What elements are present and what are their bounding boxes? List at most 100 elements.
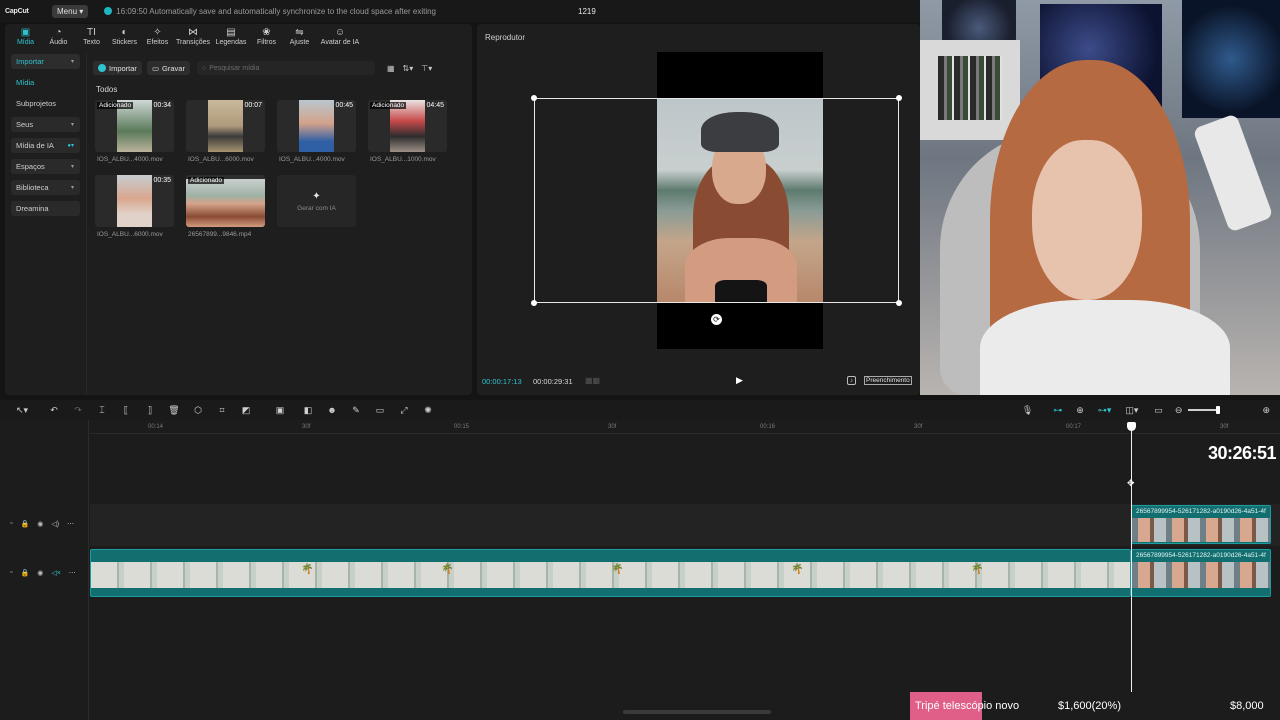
tab-ai-avatar[interactable]: ☺ Avatar de IA (316, 24, 364, 51)
resize-handle-bottom-right[interactable] (896, 300, 902, 306)
duration-label: 04:45 (426, 102, 444, 109)
cutout-icon[interactable]: ☻ (320, 405, 344, 415)
magic-icon[interactable]: ✎ (344, 405, 368, 416)
resize-handle-top-right[interactable] (896, 95, 902, 101)
timeline-scrollbar[interactable] (623, 710, 771, 714)
telescope (1192, 113, 1274, 233)
menu-button[interactable]: Menu ▾ (52, 4, 89, 18)
sidebar-item-library[interactable]: Biblioteca ▾ (11, 180, 80, 195)
tab-label: Transições (176, 39, 210, 46)
tab-media[interactable]: ▣ Mídia (9, 24, 42, 51)
zoom-slider-knob[interactable] (1216, 406, 1221, 414)
redo-icon[interactable]: ↷ (66, 405, 90, 416)
snap-icon[interactable]: ⊶▾ (1098, 405, 1112, 416)
crop-icon[interactable]: ⌗ (210, 405, 234, 416)
grid-icon[interactable]: ▦▦ (585, 376, 600, 385)
ruler-label: 00:15 (454, 424, 470, 430)
media-thumbnail[interactable]: Adicionado 00:34 (95, 100, 174, 152)
filter-icon[interactable]: ⊤▾ (421, 64, 432, 73)
sort-icon[interactable]: ⇅▾ (403, 64, 414, 73)
select-tool-icon[interactable]: ↖▾ (8, 405, 36, 416)
import-button[interactable]: Importar (93, 61, 142, 75)
grid-view-icon[interactable]: ▦ (387, 64, 395, 73)
sidebar-item-dreamina[interactable]: Dreamina (11, 201, 80, 216)
split-left-icon[interactable]: ⟦ (114, 405, 138, 416)
menu-label: Menu (57, 6, 78, 16)
media-thumbnail[interactable]: 00:45 (277, 100, 356, 152)
record-button[interactable]: ▭ Gravar (146, 61, 190, 75)
search-input[interactable]: ○ Pesquisar mídia (196, 61, 375, 75)
generate-ai-button[interactable]: ✦ Gerar com IA (277, 175, 356, 227)
zoom-slider[interactable] (1188, 406, 1221, 414)
eye-icon[interactable]: ◉ (37, 569, 43, 577)
speed-icon[interactable]: ◩ (234, 405, 258, 416)
timeline: ▫ 🔒 ◉ ◁) ⋯ ▫ 🔒 ◉ ◁× ⋯ 00:14 30f 00:15 30… (0, 420, 1280, 720)
linkage-icon[interactable]: ⊕ (1076, 405, 1084, 416)
selection-box[interactable] (534, 98, 899, 303)
project-name[interactable]: 1219 (578, 7, 596, 16)
delete-icon[interactable]: 🗑 (162, 405, 186, 416)
resize-handle-top-left[interactable] (531, 95, 537, 101)
tab-effects[interactable]: ✧ Efeitos (141, 24, 174, 51)
tab-audio[interactable]: ◔ Áudio (42, 24, 75, 51)
tab-text[interactable]: TI Texto (75, 24, 108, 51)
tab-captions[interactable]: ▤ Legendas (212, 24, 250, 51)
media-thumbnail[interactable]: 00:35 (95, 175, 174, 227)
sidebar-item-subprojects[interactable]: Subprojetos (11, 96, 80, 111)
sidebar-item-import[interactable]: Importar ▾ (11, 54, 80, 69)
clip-title: 26567899954-526171282-a0190d26-4a51-4f (1136, 552, 1266, 559)
more-icon[interactable]: ⋯ (67, 520, 74, 528)
zoom-out-icon[interactable]: ⊖ (1175, 405, 1183, 416)
galaxy-poster (942, 0, 1016, 40)
split-icon[interactable]: ⌶ (90, 405, 114, 416)
cover-icon[interactable]: ▫ (10, 569, 12, 577)
tab-adjust[interactable]: ⇋ Ajuste (283, 24, 316, 51)
lock-icon[interactable]: 🔒 (20, 569, 29, 577)
clip-filmstrip (1132, 562, 1270, 588)
tiktok-icon[interactable]: ♪ (847, 376, 856, 385)
captions-track-icon[interactable]: ▭ (1154, 405, 1163, 416)
play-icon[interactable]: ▶ (736, 375, 743, 386)
stabilize-icon[interactable]: ✺ (416, 405, 440, 416)
move-icon[interactable]: ✥ (1127, 478, 1135, 489)
rotate-icon[interactable]: ⟳ (711, 314, 722, 325)
media-icon: ▣ (20, 27, 31, 38)
chevron-down-icon: ▾ (70, 59, 74, 65)
mirror-icon[interactable]: ◧ (296, 405, 320, 416)
overlay-clip[interactable]: 26567899954-526171282-a0190d26-4a51-4f (1131, 505, 1271, 544)
ai-avatar-icon: ☺ (334, 27, 346, 38)
timeline-ruler[interactable]: 00:14 30f 00:15 30f 00:16 30f 00:17 30f (90, 420, 1280, 434)
volume-icon[interactable]: ◁) (51, 520, 59, 528)
tab-stickers[interactable]: ◐ Stickers (108, 24, 141, 51)
tab-transitions[interactable]: ⋈ Transições (174, 24, 212, 51)
preview-axis-icon[interactable]: ◫▾ (1125, 405, 1138, 416)
sidebar-item-spaces[interactable]: Espaços ▾ (11, 159, 80, 174)
playhead-handle[interactable] (1127, 422, 1136, 431)
caption-icon[interactable]: ▭ (368, 405, 392, 416)
media-thumbnail[interactable]: 00:07 (186, 100, 265, 152)
ratio-button[interactable]: Preenchimento (864, 376, 912, 385)
freeze-icon[interactable]: ▣ (264, 405, 296, 416)
more-icon[interactable]: ⋯ (69, 569, 76, 577)
zoom-in-icon[interactable]: ⊕ (1262, 405, 1270, 416)
microphone-icon[interactable]: 🎙 (1022, 405, 1033, 416)
lock-icon[interactable]: 🔒 (20, 520, 29, 528)
resize-handle-bottom-left[interactable] (531, 300, 537, 306)
main-track-magnet-icon[interactable]: ⊶ (1053, 405, 1062, 416)
undo-icon[interactable]: ↶ (42, 405, 66, 416)
sidebar-item-media[interactable]: Mídia (11, 75, 80, 90)
main-clip[interactable]: 🌴 🌴 🌴 🌴 🌴 (90, 549, 1131, 597)
mute-icon[interactable]: ◁× (51, 569, 60, 577)
cover-icon[interactable]: ▫ (10, 520, 12, 528)
media-thumbnail[interactable]: Adicionado 04:45 (368, 100, 447, 152)
sidebar-item-ai-media[interactable]: Mídia de IA ●▾ (11, 138, 80, 153)
marker-icon[interactable]: ⬡ (186, 405, 210, 416)
tab-filters[interactable]: ❀ Filtros (250, 24, 283, 51)
media-thumbnail[interactable]: Adicionado (186, 175, 265, 227)
main-clip-selected[interactable]: 26567899954-526171282-a0190d26-4a51-4f (1131, 549, 1271, 597)
sidebar-item-yours[interactable]: Seus ▾ (11, 117, 80, 132)
playhead-line[interactable] (1131, 424, 1132, 692)
resize-icon[interactable]: ⤢ (392, 405, 416, 416)
split-right-icon[interactable]: ⟧ (138, 405, 162, 416)
eye-icon[interactable]: ◉ (37, 520, 43, 528)
